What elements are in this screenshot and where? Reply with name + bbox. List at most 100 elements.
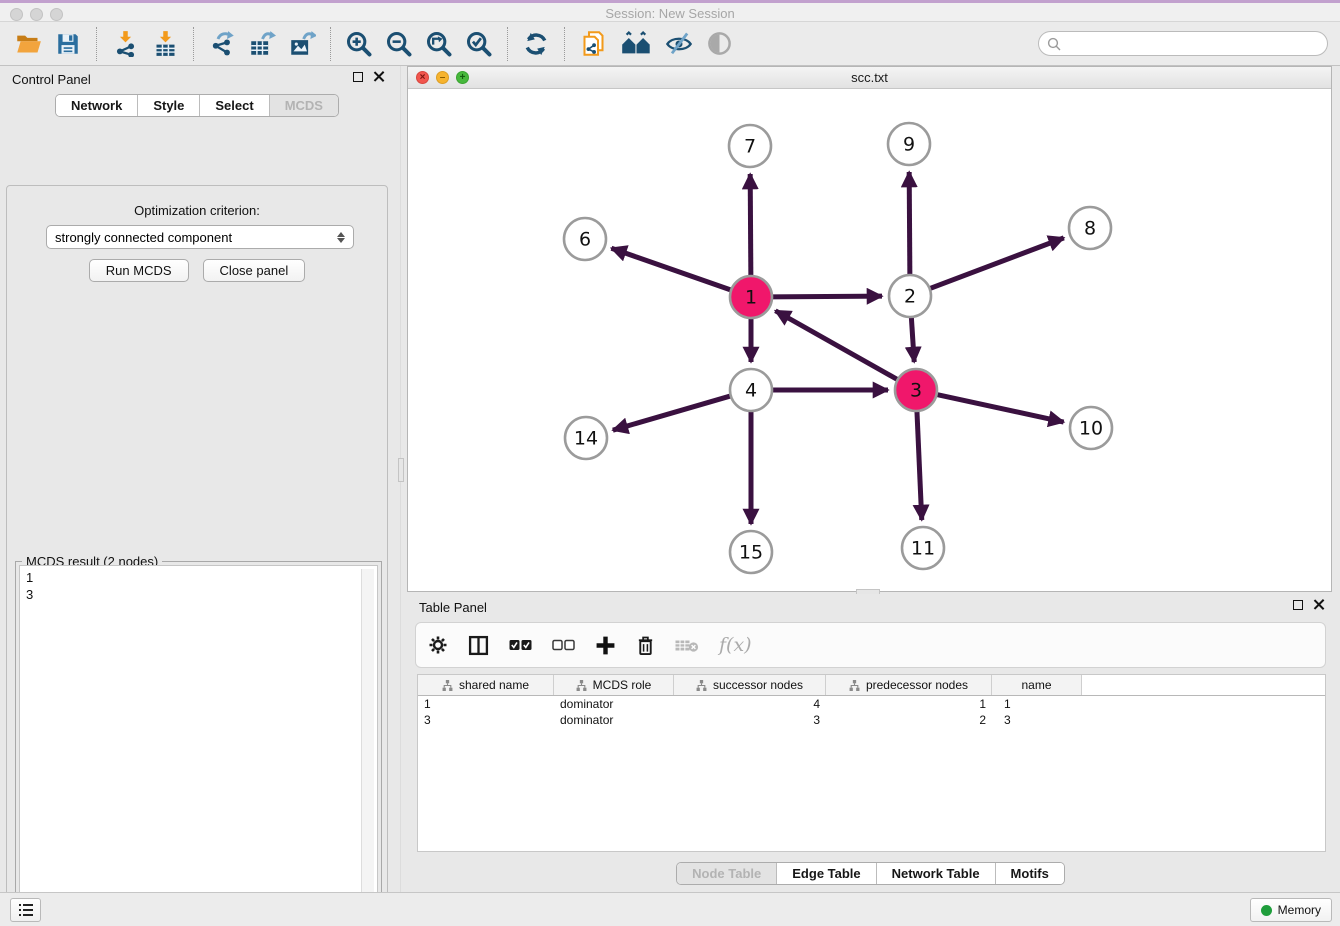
tab-style[interactable]: Style — [137, 95, 199, 116]
hide-selected-icon[interactable] — [664, 29, 694, 59]
node-table[interactable]: shared name MCDS role successor nodes pr… — [417, 674, 1326, 852]
tab-network-table[interactable]: Network Table — [876, 863, 995, 884]
tab-select[interactable]: Select — [199, 95, 268, 116]
graph-node-label-9: 9 — [903, 134, 915, 156]
cell-name[interactable]: 3 — [992, 713, 1082, 727]
table-panel-header: Table Panel — [407, 594, 1334, 620]
table-header-row: shared name MCDS role successor nodes pr… — [418, 675, 1325, 696]
graph-node-label-15: 15 — [739, 542, 763, 564]
export-image-icon[interactable] — [287, 29, 317, 59]
criterion-dropdown[interactable]: strongly connected component — [46, 225, 354, 249]
cell-mcds-role[interactable]: dominator — [554, 713, 674, 727]
graph-node-label-7: 7 — [744, 136, 756, 158]
import-table-icon[interactable] — [150, 29, 180, 59]
table-panel: Table Panel — [407, 594, 1334, 890]
graph-edge-4-14[interactable] — [613, 395, 733, 430]
control-panel-title: Control Panel — [12, 72, 91, 87]
task-history-button[interactable] — [10, 898, 41, 922]
close-panel-icon[interactable] — [373, 71, 384, 82]
network-window-titlebar[interactable]: × – + scc.txt — [408, 67, 1331, 89]
apply-layout-icon[interactable] — [521, 29, 551, 59]
select-all-columns-icon[interactable] — [509, 639, 532, 652]
graph-node-label-14: 14 — [574, 428, 598, 450]
graph-edge-2-8[interactable] — [928, 238, 1064, 289]
cell-name[interactable]: 1 — [992, 697, 1082, 711]
zoom-out-icon[interactable] — [384, 29, 414, 59]
graph-edge-2-9[interactable] — [909, 172, 910, 277]
first-neighbors-icon[interactable] — [618, 29, 654, 59]
import-network-icon[interactable] — [110, 29, 140, 59]
control-panel: Control Panel Network Style Select MCDS … — [0, 66, 394, 892]
save-session-icon[interactable] — [53, 29, 83, 59]
window-title: Session: New Session — [0, 6, 1340, 21]
graph-edge-1-6[interactable] — [611, 248, 733, 290]
export-table-icon[interactable] — [247, 29, 277, 59]
cell-predecessor-nodes[interactable]: 1 — [826, 697, 992, 711]
cell-successor-nodes[interactable]: 3 — [674, 713, 826, 727]
search-icon — [1047, 37, 1061, 51]
zoom-fit-icon[interactable] — [424, 29, 454, 59]
column-header-mcds-role[interactable]: MCDS role — [554, 675, 674, 695]
vertical-splitter-handle[interactable] — [398, 458, 404, 482]
toolbar-separator — [193, 27, 194, 61]
tab-motifs[interactable]: Motifs — [995, 863, 1064, 884]
cell-shared-name[interactable]: 1 — [418, 697, 554, 711]
network-canvas[interactable]: 7968124314101511 — [408, 89, 1331, 591]
delete-column-icon[interactable] — [636, 635, 655, 656]
main-toolbar — [0, 22, 1340, 66]
cell-successor-nodes[interactable]: 4 — [674, 697, 826, 711]
list-icon — [18, 903, 34, 917]
graph-edge-3-1[interactable] — [775, 311, 899, 381]
tab-mcds[interactable]: MCDS — [269, 95, 338, 116]
memory-button[interactable]: Memory — [1250, 898, 1332, 922]
network-window-title: scc.txt — [408, 70, 1331, 85]
float-panel-icon[interactable] — [353, 72, 363, 82]
close-table-panel-icon[interactable] — [1313, 599, 1324, 610]
float-table-panel-icon[interactable] — [1293, 600, 1303, 610]
table-settings-icon[interactable] — [428, 635, 448, 655]
column-header-predecessor-nodes[interactable]: predecessor nodes — [826, 675, 992, 695]
column-header-shared-name[interactable]: shared name — [418, 675, 554, 695]
graph-edge-3-10[interactable] — [935, 394, 1064, 422]
tab-node-table[interactable]: Node Table — [677, 863, 776, 884]
zoom-selected-icon[interactable] — [464, 29, 494, 59]
unselect-all-columns-icon[interactable] — [552, 639, 575, 652]
column-header-successor-nodes[interactable]: successor nodes — [674, 675, 826, 695]
graph-edge-3-11[interactable] — [917, 409, 922, 520]
graph-edge-1-2[interactable] — [770, 296, 882, 297]
graph-edge-2-3[interactable] — [911, 315, 914, 362]
table-tabs: Node Table Edge Table Network Table Moti… — [676, 862, 1065, 885]
tab-edge-table[interactable]: Edge Table — [776, 863, 875, 884]
tab-network[interactable]: Network — [56, 95, 137, 116]
clear-table-icon — [675, 638, 699, 653]
open-session-icon[interactable] — [13, 29, 43, 59]
optimization-criterion-label: Optimization criterion: — [7, 203, 387, 218]
cell-shared-name[interactable]: 3 — [418, 713, 554, 727]
result-scrollbar[interactable] — [361, 569, 374, 926]
export-network-icon[interactable] — [207, 29, 237, 59]
table-row[interactable]: 3 dominator 3 2 3 — [418, 712, 1325, 728]
cell-mcds-role[interactable]: dominator — [554, 697, 674, 711]
split-panel-icon[interactable] — [468, 635, 489, 656]
graph-edge-1-7[interactable] — [750, 174, 751, 278]
column-header-name[interactable]: name — [992, 675, 1082, 695]
column-type-icon — [576, 680, 587, 691]
search-input[interactable] — [1066, 37, 1319, 51]
header-filler — [1082, 675, 1325, 695]
application-window: Session: New Session — [0, 0, 1340, 926]
search-field[interactable] — [1038, 31, 1328, 56]
run-mcds-button[interactable]: Run MCDS — [89, 259, 189, 282]
mcds-result-list[interactable]: 1 3 — [19, 565, 378, 926]
table-row[interactable]: 1 dominator 4 1 1 — [418, 696, 1325, 712]
graph-node-label-10: 10 — [1079, 418, 1103, 440]
add-column-icon[interactable] — [595, 635, 616, 656]
cell-predecessor-nodes[interactable]: 2 — [826, 713, 992, 727]
control-panel-header: Control Panel — [0, 66, 394, 92]
zoom-in-icon[interactable] — [344, 29, 374, 59]
criterion-value: strongly connected component — [55, 230, 232, 245]
graph-node-label-2: 2 — [904, 286, 916, 308]
close-panel-button[interactable]: Close panel — [203, 259, 306, 282]
graph-node-label-11: 11 — [911, 538, 935, 560]
clone-network-icon[interactable] — [578, 29, 608, 59]
graph-node-label-1: 1 — [745, 287, 757, 309]
